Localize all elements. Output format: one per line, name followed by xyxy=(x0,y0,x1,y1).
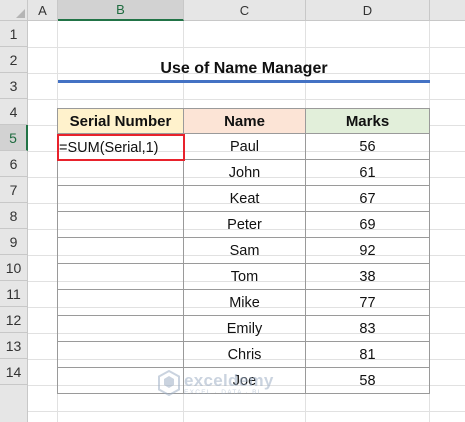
row-header-10[interactable]: 10 xyxy=(0,255,28,281)
marks-cell[interactable]: 38 xyxy=(306,264,430,290)
name-cell[interactable]: Mike xyxy=(184,290,306,316)
row-header-1[interactable]: 1 xyxy=(0,21,28,47)
watermark-name: exceldemy xyxy=(184,370,274,390)
watermark-tagline: EXCEL · DATA · BI xyxy=(184,388,261,396)
name-cell[interactable]: Emily xyxy=(184,316,306,342)
row-header-6[interactable]: 6 xyxy=(0,151,28,177)
title-underline xyxy=(58,80,430,83)
header-serial-number[interactable]: Serial Number xyxy=(57,108,184,134)
name-cell[interactable]: Peter xyxy=(184,212,306,238)
column-header-a[interactable]: A xyxy=(28,0,58,21)
gridline xyxy=(28,99,465,100)
name-cell[interactable]: Chris xyxy=(184,342,306,368)
column-header-c[interactable]: C xyxy=(184,0,306,21)
header-name[interactable]: Name xyxy=(184,108,306,134)
row-header-2[interactable]: 2 xyxy=(0,47,28,73)
row-header-14[interactable]: 14 xyxy=(0,359,28,385)
marks-cell[interactable]: 81 xyxy=(306,342,430,368)
marks-cell[interactable]: 56 xyxy=(306,134,430,160)
row-header-7[interactable]: 7 xyxy=(0,177,28,203)
serial-cell[interactable] xyxy=(57,290,184,316)
gridline xyxy=(28,411,465,412)
column-header-d[interactable]: D xyxy=(306,0,430,21)
serial-cell[interactable] xyxy=(57,160,184,186)
row-header-4[interactable]: 4 xyxy=(0,99,28,125)
gridline xyxy=(28,47,465,48)
row-header-8[interactable]: 8 xyxy=(0,203,28,229)
row-header-5[interactable]: 5 xyxy=(0,125,28,151)
row-header-3[interactable]: 3 xyxy=(0,73,28,99)
name-cell[interactable]: John xyxy=(184,160,306,186)
row-header-15[interactable] xyxy=(0,385,28,422)
exceldemy-logo-icon xyxy=(158,370,180,396)
sheet-title[interactable]: Use of Name Manager xyxy=(58,57,430,81)
active-cell-formula[interactable]: =SUM(Serial,1) xyxy=(59,136,159,159)
watermark-text: exceldemy EXCEL · DATA · BI xyxy=(184,371,274,396)
watermark: exceldemy EXCEL · DATA · BI xyxy=(158,370,274,396)
marks-cell[interactable]: 77 xyxy=(306,290,430,316)
name-cell[interactable]: Tom xyxy=(184,264,306,290)
marks-cell[interactable]: 83 xyxy=(306,316,430,342)
header-marks[interactable]: Marks xyxy=(306,108,430,134)
serial-cell[interactable] xyxy=(57,264,184,290)
name-cell[interactable]: Sam xyxy=(184,238,306,264)
marks-cell[interactable]: 67 xyxy=(306,186,430,212)
marks-cell[interactable]: 58 xyxy=(306,368,430,394)
column-header-b[interactable]: B xyxy=(58,0,184,21)
marks-cell[interactable]: 69 xyxy=(306,212,430,238)
column-header-e[interactable] xyxy=(430,0,465,21)
name-cell[interactable]: Paul xyxy=(184,134,306,160)
serial-cell[interactable] xyxy=(57,316,184,342)
row-header-11[interactable]: 11 xyxy=(0,281,28,307)
marks-cell[interactable]: 61 xyxy=(306,160,430,186)
marks-cell[interactable]: 92 xyxy=(306,238,430,264)
serial-cell[interactable] xyxy=(57,186,184,212)
serial-cell[interactable] xyxy=(57,342,184,368)
serial-cell[interactable] xyxy=(57,212,184,238)
row-header-12[interactable]: 12 xyxy=(0,307,28,333)
serial-cell[interactable] xyxy=(57,238,184,264)
name-cell[interactable]: Keat xyxy=(184,186,306,212)
row-header-9[interactable]: 9 xyxy=(0,229,28,255)
select-all-corner[interactable] xyxy=(0,0,28,21)
row-header-13[interactable]: 13 xyxy=(0,333,28,359)
select-all-triangle-icon xyxy=(16,9,25,18)
